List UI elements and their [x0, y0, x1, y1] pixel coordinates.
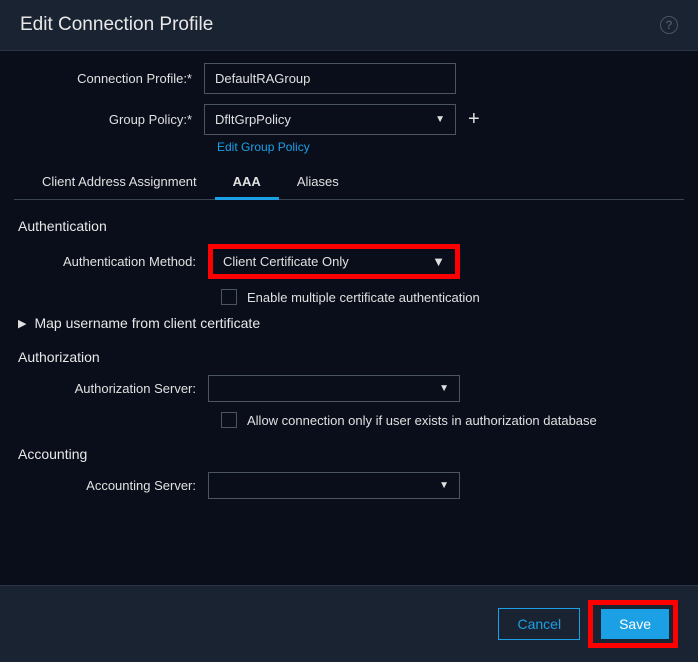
acct-server-select[interactable]: ▼	[208, 472, 460, 499]
connection-profile-row: Connection Profile:*	[14, 63, 684, 94]
dialog-body: Connection Profile:* Group Policy:* Dflt…	[0, 51, 698, 585]
chevron-down-icon: ▼	[432, 254, 445, 269]
authz-server-row: Authorization Server: ▼	[18, 375, 684, 402]
authz-server-label: Authorization Server:	[18, 381, 208, 396]
tabs: Client Address Assignment AAA Aliases	[14, 166, 684, 200]
allow-only-checkbox[interactable]	[221, 412, 237, 428]
chevron-down-icon: ▼	[439, 383, 449, 394]
help-icon[interactable]: ?	[660, 16, 678, 34]
allow-only-row: Allow connection only if user exists in …	[221, 412, 684, 428]
chevron-down-icon: ▼	[435, 114, 445, 125]
add-group-policy-button[interactable]: +	[468, 108, 480, 131]
edit-connection-profile-dialog: Edit Connection Profile ? Connection Pro…	[0, 0, 698, 662]
tab-client-address-assignment[interactable]: Client Address Assignment	[24, 166, 215, 200]
map-username-expander[interactable]: ▶ Map username from client certificate	[14, 315, 684, 331]
authentication-section: Authentication Authentication Method: Cl…	[14, 218, 684, 305]
tab-aliases[interactable]: Aliases	[279, 166, 357, 200]
accounting-section: Accounting Accounting Server: ▼	[14, 446, 684, 499]
auth-method-row: Authentication Method: Client Certificat…	[18, 244, 684, 279]
connection-profile-input[interactable]	[204, 63, 456, 94]
authz-server-select[interactable]: ▼	[208, 375, 460, 402]
chevron-right-icon: ▶	[18, 317, 26, 330]
edit-group-policy-link[interactable]: Edit Group Policy	[217, 140, 684, 154]
enable-multi-cert-row: Enable multiple certificate authenticati…	[221, 289, 684, 305]
authorization-section: Authorization Authorization Server: ▼ Al…	[14, 349, 684, 428]
tab-aaa[interactable]: AAA	[215, 166, 279, 200]
auth-method-select[interactable]: Client Certificate Only ▼	[208, 244, 460, 279]
group-policy-row: Group Policy:* DfltGrpPolicy ▼ +	[14, 104, 684, 135]
auth-method-value: Client Certificate Only	[223, 254, 349, 269]
group-policy-select[interactable]: DfltGrpPolicy ▼	[204, 104, 456, 135]
enable-multi-cert-label: Enable multiple certificate authenticati…	[247, 290, 480, 305]
group-policy-label: Group Policy:*	[14, 112, 204, 127]
cancel-button[interactable]: Cancel	[498, 608, 580, 640]
chevron-down-icon: ▼	[439, 480, 449, 491]
title-bar: Edit Connection Profile ?	[0, 0, 698, 51]
dialog-footer: Cancel Save	[0, 585, 698, 662]
authorization-title: Authorization	[18, 349, 684, 365]
save-button[interactable]: Save	[601, 609, 669, 639]
dialog-title: Edit Connection Profile	[20, 14, 213, 36]
auth-method-label: Authentication Method:	[18, 254, 208, 269]
acct-server-label: Accounting Server:	[18, 478, 208, 493]
allow-only-label: Allow connection only if user exists in …	[247, 413, 597, 428]
authentication-title: Authentication	[18, 218, 684, 234]
enable-multi-cert-checkbox[interactable]	[221, 289, 237, 305]
save-button-highlight: Save	[588, 600, 678, 648]
group-policy-value: DfltGrpPolicy	[215, 112, 291, 127]
map-username-label: Map username from client certificate	[34, 315, 260, 331]
acct-server-row: Accounting Server: ▼	[18, 472, 684, 499]
accounting-title: Accounting	[18, 446, 684, 462]
connection-profile-label: Connection Profile:*	[14, 71, 204, 86]
